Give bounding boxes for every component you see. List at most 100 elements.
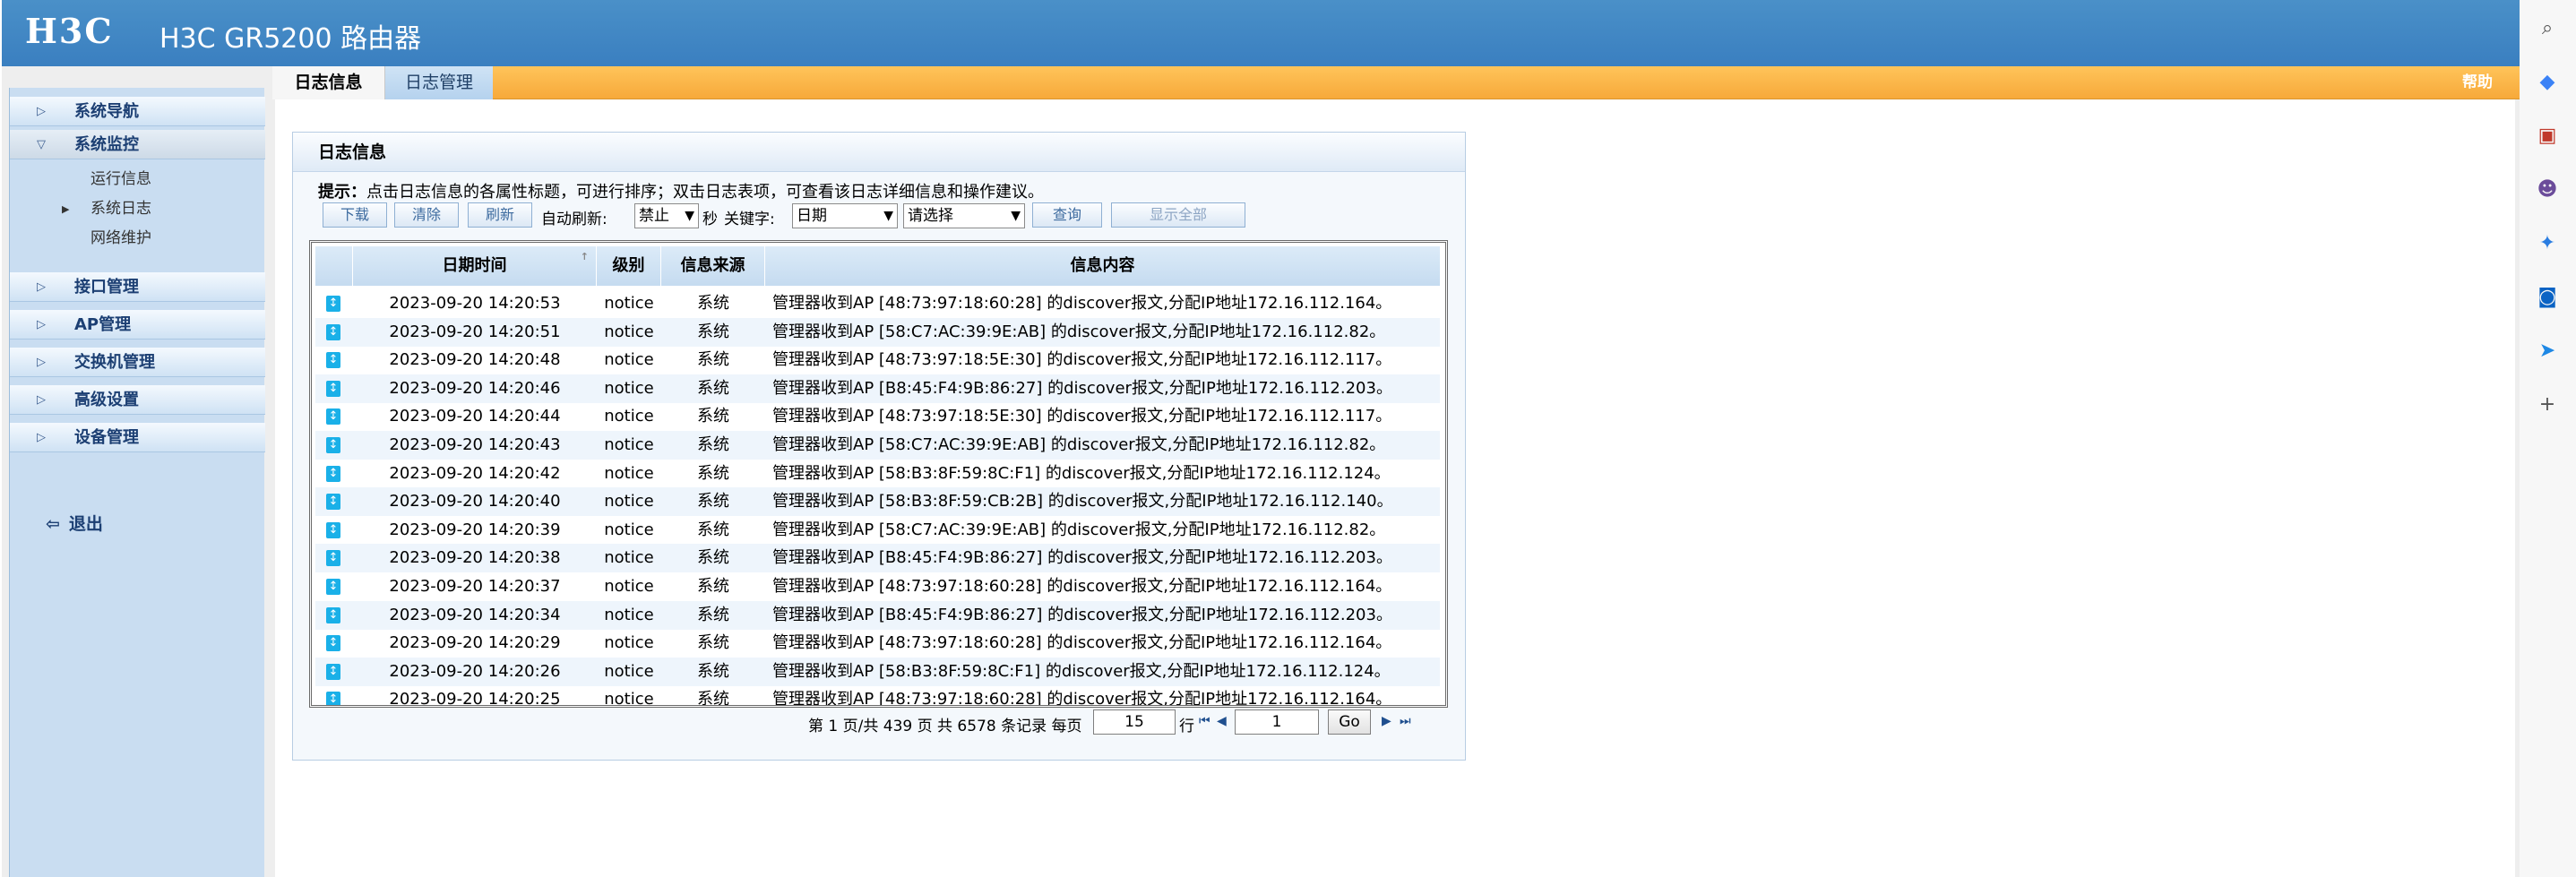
row-detail-icon[interactable]: ↕ [326,606,340,623]
copilot-icon[interactable]: ✦ [2532,228,2563,258]
table-row[interactable]: ↕ 2023-09-20 14:20:39 notice 系统 管理器收到AP [58:… [315,516,1440,545]
seconds-label: 秒 [702,211,718,228]
go-button[interactable]: Go [1328,709,1371,735]
row-detail-icon[interactable]: ↕ [326,408,340,426]
row-detail-icon[interactable]: ↕ [326,521,340,538]
row-detail-icon[interactable]: ↕ [326,380,340,397]
sidebar-item-system-monitor[interactable]: ▽ 系统监控 [10,130,265,159]
cell-content: 管理器收到AP [48:73:97:18:60:28] 的discover报文,… [772,633,1392,653]
sidebar-item-system-nav[interactable]: ▷ 系统导航 [10,97,265,126]
table-row[interactable]: ↕ 2023-09-20 14:20:42 notice 系统 管理器收到AP [58:… [315,460,1440,488]
cell-level: notice [604,605,654,624]
header-content[interactable]: 信息内容 [765,246,1440,286]
sidebar-subitem-run-info[interactable]: 运行信息 [10,166,265,193]
cell-datetime: 2023-09-20 14:20:42 [389,463,561,483]
table-row[interactable]: ↕ 2023-09-20 14:20:26 notice 系统 管理器收到AP [58:… [315,657,1440,686]
cell-datetime: 2023-09-20 14:20:38 [389,548,561,568]
app-title: H3C GR5200 路由器 [159,23,422,55]
sidebar-item-device-mgmt[interactable]: ▷ 设备管理 [10,423,265,452]
table-row[interactable]: ↕ 2023-09-20 14:20:53 notice 系统 管理器收到AP [48:… [315,289,1440,318]
keyword-value-select[interactable]: 请选择 ▼ [903,203,1025,228]
keyword-field-select[interactable]: 日期 ▼ [792,203,898,228]
cell-datetime: 2023-09-20 14:20:51 [389,322,561,341]
auto-refresh-select[interactable]: 禁止 ▼ [634,203,699,228]
logout-icon: ⇦ [46,514,60,534]
table-row[interactable]: ↕ 2023-09-20 14:20:51 notice 系统 管理器收到AP [58:… [315,317,1440,347]
people-icon[interactable]: ☻ [2532,174,2563,204]
header-source[interactable]: 信息来源 [661,246,765,286]
next-page-icon[interactable]: ▶ [1382,714,1391,728]
row-detail-icon[interactable]: ↕ [326,550,340,567]
cell-level: notice [604,577,654,596]
cell-source: 系统 [697,463,729,483]
row-detail-icon[interactable]: ↕ [326,437,340,453]
chevron-down-icon: ▼ [1011,209,1021,223]
cell-level: notice [604,322,654,341]
cell-datetime: 2023-09-20 14:20:40 [389,492,561,512]
search-icon[interactable]: ⌕ [2532,13,2563,43]
rows-label: 行 [1179,718,1194,735]
sidebar-item-interface-mgmt[interactable]: ▷ 接口管理 [10,272,265,302]
sidebar-item-advanced[interactable]: ▷ 高级设置 [10,385,265,415]
show-all-button[interactable]: 显示全部 [1111,202,1245,228]
briefcase-icon[interactable]: ▣ [2532,120,2563,150]
table-row[interactable]: ↕ 2023-09-20 14:20:38 notice 系统 管理器收到AP [B8:… [315,544,1440,573]
row-detail-icon[interactable]: ↕ [326,465,340,482]
sidebar-item-ap-mgmt[interactable]: ▷ AP管理 [10,310,265,340]
cell-source: 系统 [697,661,729,681]
row-detail-icon[interactable]: ↕ [326,352,340,369]
outlook-icon[interactable]: ◙ [2532,281,2563,312]
cell-datetime: 2023-09-20 14:20:48 [389,350,561,370]
expand-arrow-icon: ▷ [37,280,46,294]
tab-log-manage[interactable]: 日志管理 [385,66,493,99]
cell-source: 系统 [697,577,729,596]
cell-source: 系统 [697,322,729,341]
tag-icon[interactable]: ◆ [2532,66,2563,97]
table-row[interactable]: ↕ 2023-09-20 14:20:29 notice 系统 管理器收到AP [48:… [315,629,1440,658]
page-input[interactable]: 1 [1235,709,1319,735]
tab-log-info[interactable]: 日志信息 [272,66,385,99]
row-detail-icon[interactable]: ↕ [326,494,340,511]
sidebar-item-switch-mgmt[interactable]: ▷ 交换机管理 [10,348,265,377]
table-row[interactable]: ↕ 2023-09-20 14:20:25 notice 系统 管理器收到AP [48:… [315,685,1440,705]
refresh-button[interactable]: 刷新 [468,202,532,228]
table-row[interactable]: ↕ 2023-09-20 14:20:37 notice 系统 管理器收到AP [48:… [315,572,1440,601]
first-page-icon[interactable]: ⏮ [1199,714,1210,728]
plus-icon[interactable]: + [2532,389,2563,419]
log-toolbar: 下载 清除 刷新 自动刷新: 禁止 ▼ 秒 关键字: 日期 ▼ 请选择 ▼ 查询… [323,202,1452,229]
clear-button[interactable]: 清除 [394,202,459,228]
last-page-icon[interactable]: ⏭ [1400,714,1411,728]
table-row[interactable]: ↕ 2023-09-20 14:20:34 notice 系统 管理器收到AP [B8:… [315,600,1440,630]
header-level[interactable]: 级别 [597,246,661,286]
prev-page-icon[interactable]: ◀ [1217,714,1227,728]
page-info: 第 1 页/共 439 页 共 6578 条记录 每页 [808,718,1082,735]
cell-level: notice [604,548,654,568]
per-page-input[interactable]: 15 [1093,709,1176,735]
table-row[interactable]: ↕ 2023-09-20 14:20:44 notice 系统 管理器收到AP [48:… [315,402,1440,431]
sidebar-subitem-system-log[interactable]: ▶ 系统日志 [10,195,265,223]
header-datetime[interactable]: 日期时间 ↑ [353,246,597,286]
table-row[interactable]: ↕ 2023-09-20 14:20:46 notice 系统 管理器收到AP [B8:… [315,374,1440,403]
cell-level: notice [604,294,654,313]
cell-level: notice [604,463,654,483]
table-row[interactable]: ↕ 2023-09-20 14:20:40 notice 系统 管理器收到AP [58:… [315,487,1440,517]
cell-content: 管理器收到AP [48:73:97:18:60:28] 的discover报文,… [772,577,1392,596]
send-icon[interactable]: ➤ [2532,335,2563,365]
sidebar-subitem-network-maint[interactable]: 网络维护 [10,225,265,253]
row-detail-icon[interactable]: ↕ [326,635,340,652]
cell-content: 管理器收到AP [58:B3:8F:59:8C:F1] 的discover报文,… [772,463,1391,483]
table-row[interactable]: ↕ 2023-09-20 14:20:43 notice 系统 管理器收到AP [58:… [315,431,1440,460]
cell-level: notice [604,520,654,539]
logout-link[interactable]: ⇦ 退出 [46,511,103,535]
row-detail-icon[interactable]: ↕ [326,296,340,312]
table-row[interactable]: ↕ 2023-09-20 14:20:48 notice 系统 管理器收到AP [48:… [315,346,1440,374]
cell-content: 管理器收到AP [58:B3:8F:59:CB:2B] 的discover报文,… [772,492,1393,512]
row-detail-icon[interactable]: ↕ [326,323,340,340]
query-button[interactable]: 查询 [1032,202,1102,228]
row-detail-icon[interactable]: ↕ [326,663,340,680]
sidebar-item-label: AP管理 [74,315,132,334]
row-detail-icon[interactable]: ↕ [326,579,340,595]
row-detail-icon[interactable]: ↕ [326,692,340,705]
help-link[interactable]: 帮助 [2462,66,2493,99]
download-button[interactable]: 下载 [323,202,387,228]
